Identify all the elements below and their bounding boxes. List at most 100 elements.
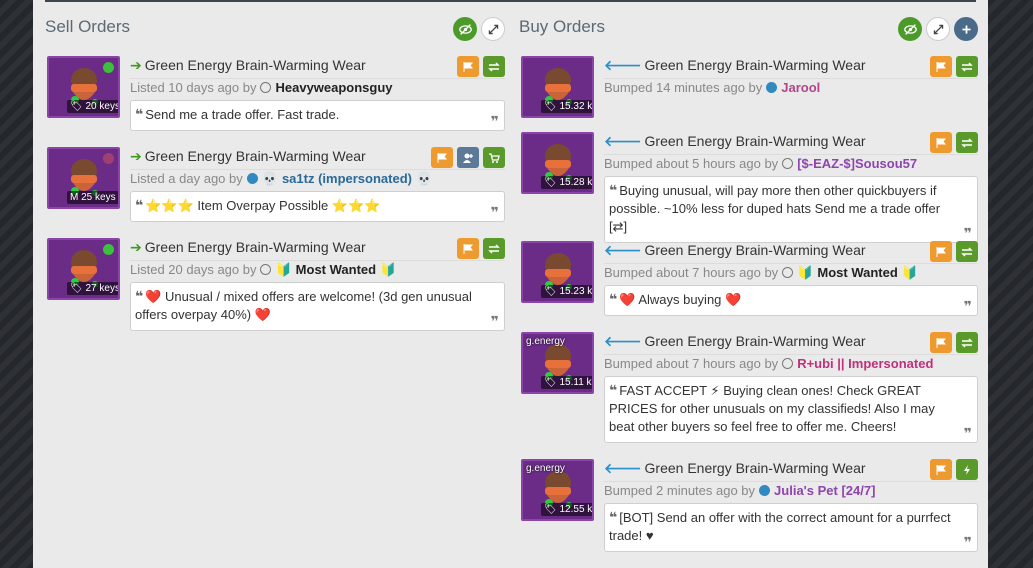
beginner-leaf-icon: 🔰 (380, 261, 397, 277)
item-name[interactable]: Green Energy Brain-Warming Wear (145, 239, 366, 255)
report-button[interactable] (457, 238, 479, 259)
eye-slash-icon (903, 23, 917, 35)
beginner-leaf-icon: 🔰 (275, 261, 292, 277)
listing-comment: ❝ ❤️ Always buying ❤️ ❞ (604, 285, 978, 316)
sell-header-actions (453, 17, 505, 41)
classifieds-panel: Sell Orders 🏷 20 keys ➔ Green Energy Brai… (33, 0, 988, 568)
trade-button[interactable] (956, 332, 978, 353)
item-thumbnail[interactable]: M 25 keys (47, 147, 120, 209)
trade-button[interactable] (956, 56, 978, 77)
price-tag: M 25 keys (67, 191, 118, 204)
flag-icon (936, 61, 947, 72)
trade-button[interactable] (956, 241, 978, 262)
listing-status: Bumped 2 minutes ago by (604, 483, 756, 498)
report-button[interactable] (930, 56, 952, 77)
price-label: 15.11 keys (559, 377, 592, 388)
online-indicator (103, 62, 114, 73)
item-name[interactable]: Green Energy Brain-Warming Wear (645, 460, 866, 476)
star-icon: ⭐ (145, 198, 162, 213)
arrow-right-icon: ➔ (130, 238, 142, 255)
report-button[interactable] (457, 56, 479, 77)
sell-toggle-visibility-button[interactable] (453, 17, 477, 41)
report-button[interactable] (431, 147, 453, 168)
item-thumbnail[interactable]: 🏷 27 keys (47, 238, 120, 300)
heart-icon: ❤️ (619, 292, 636, 307)
arrow-left-icon: 🡐 (604, 241, 642, 258)
listing-status: Bumped about 5 hours ago by (604, 156, 779, 171)
trade-button[interactable] (483, 56, 505, 77)
user-link[interactable]: Heavyweaponsguy (275, 80, 392, 95)
user-link[interactable]: Jarool (781, 80, 820, 95)
price-label: 27 keys (85, 283, 120, 294)
quote-open-icon: ❝ (609, 291, 618, 307)
item-name[interactable]: Green Energy Brain-Warming Wear (145, 57, 366, 73)
comment-text: Always buying (638, 292, 722, 307)
item-name[interactable]: Green Energy Brain-Warming Wear (645, 242, 866, 258)
item-thumbnail[interactable]: 🏷 15.32 keys (521, 56, 594, 118)
trade-button[interactable] (956, 132, 978, 153)
price-label: 25 keys (81, 192, 116, 203)
expand-icon (488, 24, 498, 34)
item-caption: g.energy (526, 463, 565, 474)
item-thumbnail[interactable]: g.energy 🏷 15.11 keys (521, 332, 594, 394)
offline-status-icon (260, 264, 272, 275)
user-link[interactable]: [$-EAZ-$]Sousou57 (797, 156, 917, 171)
trade-button[interactable] (483, 238, 505, 259)
quote-close-icon: ❞ (963, 534, 972, 550)
offline-status-icon (260, 82, 272, 93)
price-tag: 🏷 12.55 keys (541, 503, 593, 516)
listing-status: Listed 10 days ago by (130, 80, 257, 95)
instant-trade-button[interactable] (956, 459, 978, 480)
add-friend-button[interactable] (457, 147, 479, 168)
arrow-left-icon: 🡐 (604, 459, 642, 476)
sell-listing: 🏷 20 keys ➔ Green Energy Brain-Warming We… (45, 56, 505, 136)
user-link[interactable]: sa1tz (impersonated) (282, 171, 412, 186)
offline-status-icon (782, 158, 794, 169)
comment-text: Send me a trade offer. Fast trade. (145, 107, 340, 122)
item-caption: g.energy (526, 336, 565, 347)
report-button[interactable] (930, 332, 952, 353)
exchange-icon (961, 337, 973, 348)
price-tag: 🏷 15.23 keys (541, 285, 593, 298)
exchange-icon (488, 61, 500, 72)
report-button[interactable] (930, 241, 952, 262)
report-button[interactable] (930, 132, 952, 153)
listing-status: Listed 20 days ago by (130, 262, 257, 277)
expand-icon (933, 24, 943, 34)
sell-orders-title: Sell Orders (45, 17, 131, 36)
online-indicator (103, 244, 114, 255)
item-name[interactable]: Green Energy Brain-Warming Wear (645, 333, 866, 349)
item-thumbnail[interactable]: 🏷 15.23 keys (521, 241, 594, 303)
listing-status: Bumped about 7 hours ago by (604, 265, 779, 280)
item-name[interactable]: Green Energy Brain-Warming Wear (645, 57, 866, 73)
user-link[interactable]: Julia's Pet [24/7] (774, 483, 875, 498)
comment-text: FAST ACCEPT ⚡ Buying clean ones! Check G… (609, 383, 935, 434)
flag-icon (463, 243, 474, 254)
buy-expand-button[interactable] (926, 17, 950, 41)
user-link[interactable]: Most Wanted (817, 265, 897, 280)
sell-listing: M 25 keys ➔ Green Energy Brain-Warming We… (45, 147, 505, 227)
sell-expand-button[interactable] (481, 17, 505, 41)
report-button[interactable] (930, 459, 952, 480)
buy-button[interactable] (483, 147, 505, 168)
price-label: 12.55 keys (559, 504, 593, 515)
online-status-icon (759, 485, 771, 496)
item-thumbnail[interactable]: 🏷 15.28 keys (521, 132, 594, 194)
item-thumbnail[interactable]: 🏷 20 keys (47, 56, 120, 118)
buy-toggle-visibility-button[interactable] (898, 17, 922, 41)
flag-icon (463, 61, 474, 72)
user-link[interactable]: Most Wanted (296, 262, 376, 277)
item-name[interactable]: Green Energy Brain-Warming Wear (645, 133, 866, 149)
buy-listing: 🏷 15.32 keys 🡐Green Energy Brain-Warming… (519, 56, 978, 122)
lightning-icon (964, 464, 970, 475)
price-tag: 🏷 27 keys (67, 282, 120, 295)
item-thumbnail[interactable]: g.energy 🏷 12.55 keys (521, 459, 594, 521)
user-link[interactable]: R+ubi || Impersonated (797, 356, 933, 371)
price-label: 15.23 keys (559, 286, 593, 297)
add-buy-order-button[interactable] (954, 17, 978, 41)
flag-icon (936, 137, 947, 148)
exchange-icon (961, 246, 973, 257)
star-icon: ⭐ (177, 198, 194, 213)
item-name[interactable]: Green Energy Brain-Warming Wear (145, 148, 366, 164)
listing-comment: ❝ Send me a trade offer. Fast trade. ❞ (130, 100, 505, 131)
